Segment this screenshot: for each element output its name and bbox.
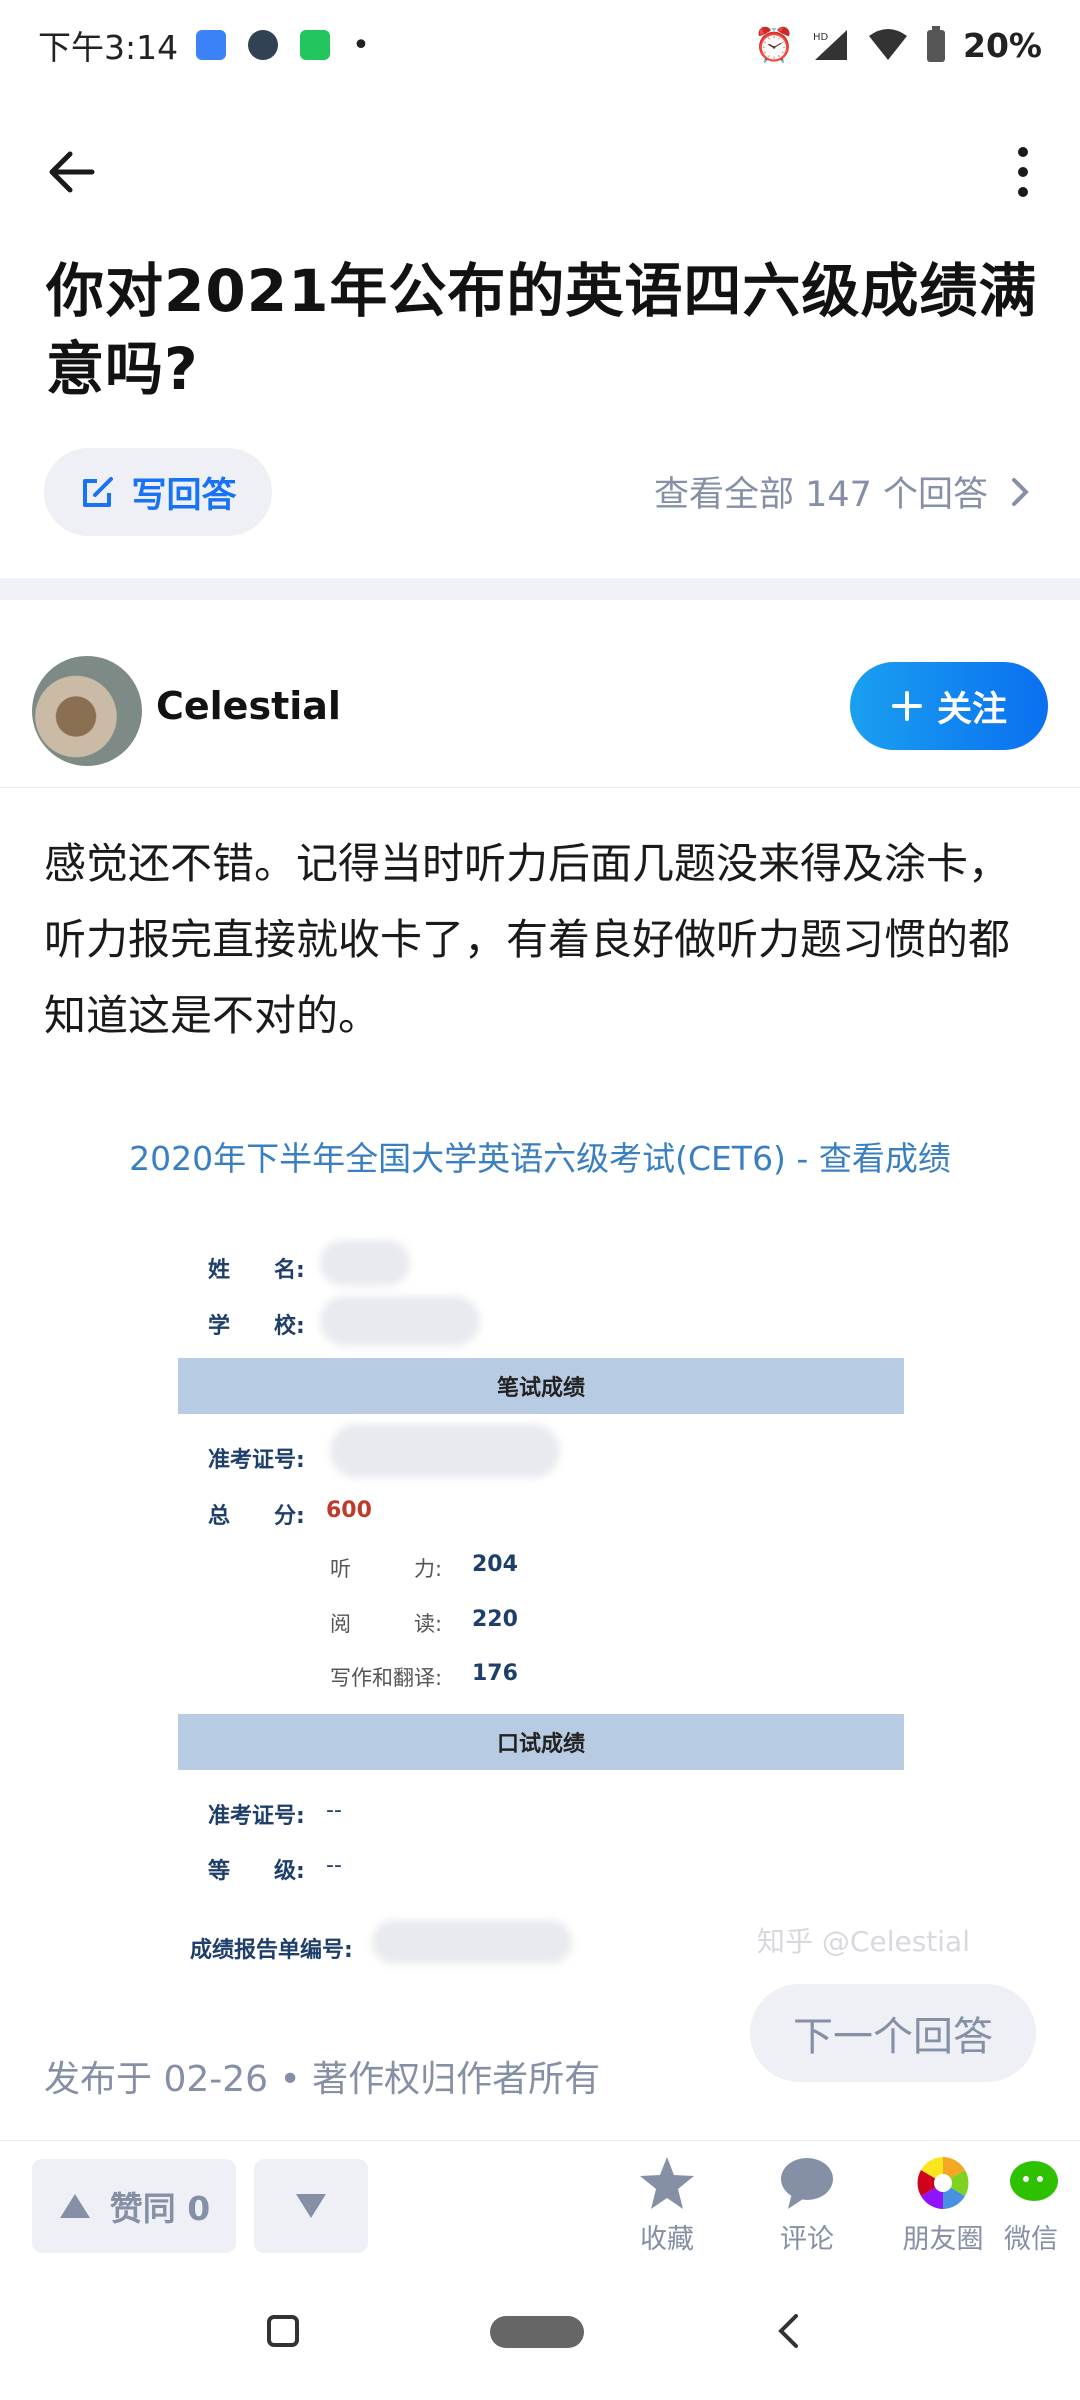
redacted-school bbox=[320, 1296, 480, 1346]
home-pill-icon[interactable] bbox=[490, 2316, 584, 2348]
comment-button[interactable]: 评论 bbox=[752, 2155, 862, 2256]
system-back-icon[interactable] bbox=[776, 2312, 800, 2350]
oral-ticket-label: 准考证号: bbox=[208, 1804, 305, 1829]
status-bar: 下午3:14 • ⏰ HD 20% bbox=[0, 0, 1080, 90]
favorite-label: 收藏 bbox=[640, 2224, 694, 2255]
follow-label: 关注 bbox=[936, 689, 1007, 730]
wifi-icon bbox=[869, 29, 907, 60]
star-icon bbox=[640, 2157, 694, 2209]
listening-value: 204 bbox=[472, 1552, 518, 1577]
downvote-button[interactable] bbox=[254, 2159, 368, 2253]
wechat-icon bbox=[1010, 2161, 1058, 2201]
comment-label: 评论 bbox=[780, 2224, 834, 2255]
written-score-header: 笔试成绩 bbox=[178, 1358, 904, 1414]
follow-button[interactable]: 关注 bbox=[850, 662, 1048, 750]
listening-label: 听 力: bbox=[330, 1557, 443, 1581]
alarm-icon: ⏰ bbox=[753, 25, 795, 64]
view-all-answers-link[interactable]: 查看全部 147 个回答 bbox=[654, 466, 1030, 517]
recents-square-icon[interactable] bbox=[266, 2314, 300, 2348]
triangle-up-icon bbox=[59, 2194, 90, 2218]
favorite-button[interactable]: 收藏 bbox=[612, 2155, 722, 2256]
grade-label: 等 级: bbox=[208, 1859, 305, 1884]
publish-info: 发布于 02-26 • 著作权归作者所有 bbox=[44, 2059, 601, 2100]
writing-translation-label: 写作和翻译: bbox=[330, 1666, 443, 1690]
answer-image-score-report[interactable]: 2020年下半年全国大学英语六级考试(CET6) - 查看成绩 姓 名: 学 校… bbox=[80, 1120, 1000, 1970]
reading-label: 阅 读: bbox=[330, 1612, 443, 1636]
oral-score-header: 口试成绩 bbox=[178, 1714, 904, 1770]
share-wechat-button[interactable]: 微信 bbox=[1004, 2155, 1080, 2256]
grade-value: -- bbox=[326, 1853, 342, 1878]
status-time: 下午3:14 bbox=[38, 28, 179, 67]
redacted-name bbox=[320, 1240, 410, 1286]
write-answer-label: 写回答 bbox=[131, 475, 237, 516]
moments-label: 朋友圈 bbox=[902, 2224, 984, 2255]
more-notifications-dot-icon: • bbox=[352, 27, 370, 63]
writing-translation-value: 176 bbox=[472, 1661, 518, 1686]
wechat-label: 微信 bbox=[1004, 2224, 1058, 2255]
name-label: 姓 名: bbox=[208, 1258, 305, 1283]
author-row: Celestial 关注 bbox=[0, 600, 1080, 788]
author-name[interactable]: Celestial bbox=[156, 684, 341, 728]
answer-body: 感觉还不错。记得当时听力后面几题没来得及涂卡，听力报完直接就收卡了，有着良好做听… bbox=[44, 839, 1011, 1040]
school-label: 学 校: bbox=[208, 1314, 305, 1339]
triangle-down-icon bbox=[296, 2194, 326, 2218]
ticket-number-label: 准考证号: bbox=[208, 1448, 305, 1473]
app-notification-icon bbox=[300, 30, 331, 60]
svg-text:HD: HD bbox=[813, 32, 829, 43]
app-notification-icon bbox=[248, 30, 279, 60]
back-arrow-icon[interactable] bbox=[42, 142, 102, 202]
upvote-button[interactable]: 赞同 0 bbox=[32, 2159, 236, 2253]
redacted-report-number bbox=[372, 1920, 572, 1964]
author-avatar[interactable] bbox=[32, 656, 142, 766]
write-answer-button[interactable]: 写回答 bbox=[44, 448, 272, 536]
upvote-label: 赞同 0 bbox=[109, 2189, 211, 2228]
report-number-label: 成绩报告单编号: bbox=[190, 1938, 353, 1963]
battery-icon bbox=[927, 26, 945, 62]
total-score-value: 600 bbox=[326, 1498, 372, 1523]
plus-icon bbox=[891, 691, 922, 721]
more-options-icon[interactable] bbox=[1008, 142, 1038, 202]
question-title[interactable]: 你对2021年公布的英语四六级成绩满意吗? bbox=[46, 252, 1046, 402]
section-divider bbox=[0, 578, 1080, 600]
reading-value: 220 bbox=[472, 1607, 518, 1632]
battery-percent: 20% bbox=[963, 25, 1042, 65]
hd-signal-icon: HD bbox=[813, 30, 847, 60]
zhihu-watermark: 知乎 @Celestial bbox=[757, 1925, 970, 1958]
comment-bubble-icon bbox=[781, 2158, 833, 2209]
next-answer-button[interactable]: 下一个回答 bbox=[750, 1984, 1036, 2082]
score-report-title: 2020年下半年全国大学英语六级考试(CET6) - 查看成绩 bbox=[129, 1139, 951, 1178]
answer-action-bar: 赞同 0 收藏 评论 朋友圈 微信 bbox=[0, 2140, 1080, 2270]
top-app-bar bbox=[0, 120, 1080, 220]
wechat-moments-icon bbox=[917, 2157, 969, 2209]
redacted-ticket-number bbox=[330, 1424, 560, 1478]
system-navigation-bar bbox=[0, 2270, 1080, 2400]
oral-ticket-value: -- bbox=[326, 1798, 342, 1823]
app-notification-icon bbox=[196, 30, 227, 60]
edit-icon bbox=[83, 477, 114, 507]
chevron-right-icon bbox=[1012, 477, 1029, 506]
share-moments-button[interactable]: 朋友圈 bbox=[888, 2155, 998, 2256]
view-all-label: 查看全部 147 个回答 bbox=[653, 475, 988, 515]
total-score-label: 总 分: bbox=[208, 1504, 305, 1529]
